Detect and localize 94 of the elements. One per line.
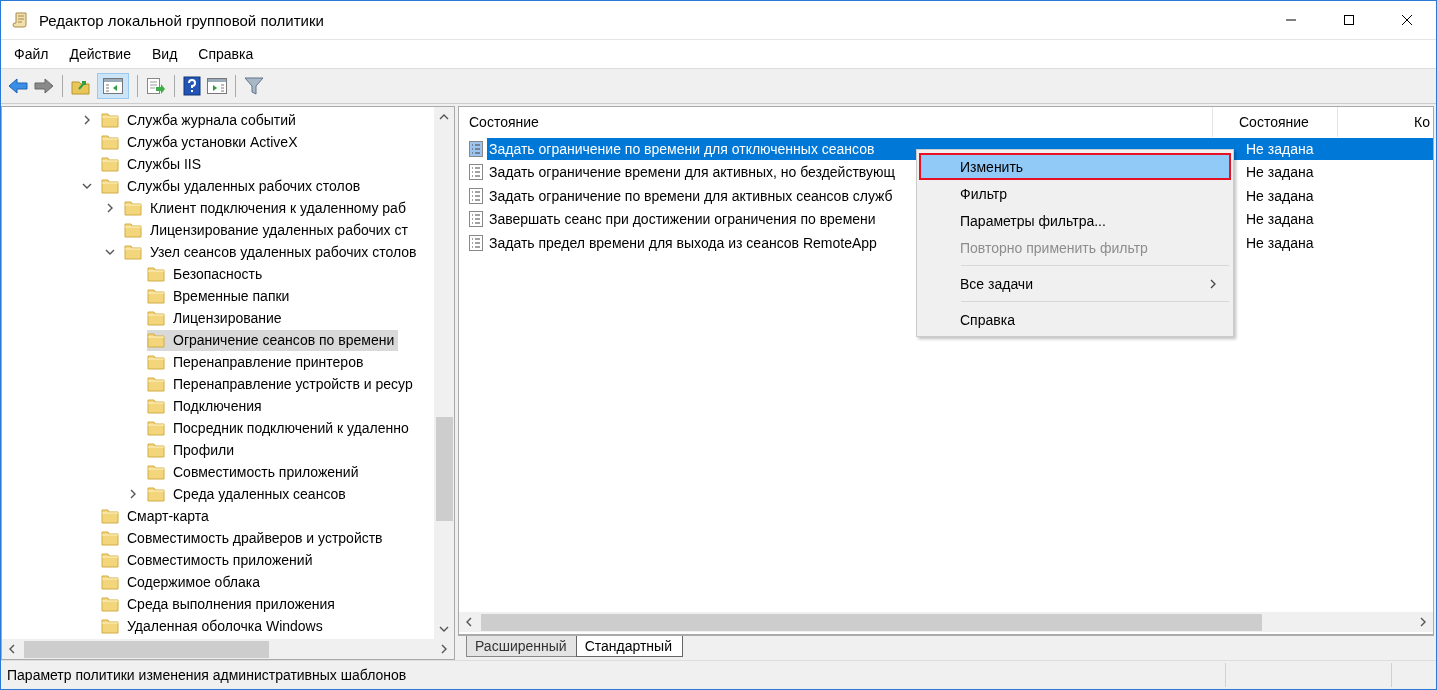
chevron-icon[interactable] bbox=[105, 247, 115, 257]
chevron-icon[interactable] bbox=[105, 203, 115, 213]
column-header[interactable]: Ко bbox=[1338, 107, 1433, 137]
folder-icon bbox=[101, 508, 119, 524]
tree-item[interactable]: Смарт-карта bbox=[101, 505, 213, 527]
folder-icon bbox=[147, 420, 165, 436]
folder-icon bbox=[101, 618, 119, 634]
tree-item[interactable]: Посредник подключений к удаленно bbox=[147, 417, 413, 439]
menu-item[interactable]: Изменить bbox=[919, 153, 1231, 180]
folder-icon bbox=[147, 288, 165, 304]
column-header[interactable]: Состояние bbox=[459, 107, 1213, 137]
tree-item[interactable]: Перенаправление принтеров bbox=[147, 351, 368, 373]
menu-item[interactable]: Все задачи bbox=[919, 270, 1231, 297]
menu-item[interactable]: Фильтр bbox=[919, 180, 1231, 207]
view-tab[interactable]: Стандартный bbox=[575, 636, 683, 657]
menu-item[interactable]: Параметры фильтра... bbox=[919, 207, 1231, 234]
status-text: Параметр политики изменения административных шаблонов bbox=[7, 667, 407, 683]
table-cell-text: Не задана bbox=[1245, 163, 1315, 183]
tree-item[interactable]: Совместимость драйверов и устройств bbox=[101, 527, 387, 549]
tree-item[interactable]: Служба журнала событий bbox=[101, 109, 300, 131]
chevron-icon[interactable] bbox=[128, 489, 138, 499]
folder-icon bbox=[101, 574, 119, 590]
menu-item[interactable]: Справка bbox=[919, 306, 1231, 333]
folder-icon bbox=[147, 332, 165, 348]
tree-item[interactable]: Ограничение сеансов по времени bbox=[147, 329, 399, 351]
filter-icon[interactable] bbox=[244, 77, 264, 95]
tree-item[interactable]: Службы IIS bbox=[101, 153, 206, 175]
folder-icon bbox=[101, 178, 119, 194]
tree-item[interactable]: Лицензирование bbox=[147, 307, 286, 329]
folder-icon bbox=[147, 464, 165, 480]
folder-icon bbox=[147, 376, 165, 392]
folder-icon bbox=[101, 596, 119, 612]
folder-icon bbox=[101, 530, 119, 546]
tree-item[interactable]: Совместимость приложений bbox=[101, 549, 317, 571]
tree-item[interactable]: Узел сеансов удаленных рабочих столов bbox=[124, 241, 421, 263]
tree-item[interactable]: Совместимость приложений bbox=[147, 461, 363, 483]
folder-icon bbox=[101, 112, 119, 128]
table-cell: Не задана bbox=[1216, 137, 1366, 160]
chevron-icon[interactable] bbox=[82, 181, 92, 191]
vertical-scrollbar[interactable] bbox=[434, 107, 454, 639]
tree-item[interactable]: Лицензирование удаленных рабочих ст bbox=[124, 219, 412, 241]
folder-icon bbox=[101, 552, 119, 568]
chevron-icon[interactable] bbox=[82, 115, 92, 125]
tree-item[interactable]: Временные папки bbox=[147, 285, 294, 307]
table-cell-text: Не задана bbox=[1245, 233, 1315, 253]
export-list-icon[interactable] bbox=[146, 77, 166, 95]
horizontal-scrollbar[interactable] bbox=[459, 612, 1433, 632]
row-highlight bbox=[1366, 137, 1433, 160]
tree-item[interactable]: Среда выполнения приложения bbox=[101, 593, 339, 615]
policy-icon bbox=[468, 234, 484, 251]
tree-item[interactable]: Профили bbox=[147, 439, 238, 461]
policy-icon bbox=[468, 140, 484, 157]
window-title: Редактор локальной групповой политики bbox=[39, 11, 324, 29]
scroll-thumb[interactable] bbox=[435, 417, 453, 521]
forward-arrow-icon[interactable] bbox=[34, 78, 54, 94]
menu-item[interactable]: Действие bbox=[61, 46, 139, 62]
policy-icon bbox=[468, 164, 484, 181]
menu-item[interactable]: Справка bbox=[190, 46, 262, 62]
back-arrow-icon[interactable] bbox=[8, 78, 28, 94]
tree-item[interactable]: Клиент подключения к удаленному раб bbox=[124, 197, 410, 219]
folder-icon bbox=[147, 354, 165, 370]
folder-icon bbox=[101, 156, 119, 172]
close-icon bbox=[1401, 14, 1413, 26]
folder-icon bbox=[147, 266, 165, 282]
tree-item[interactable]: Безопасность bbox=[147, 263, 267, 285]
tree-item[interactable]: Удаленная оболочка Windows bbox=[101, 615, 327, 637]
folder-icon bbox=[124, 222, 142, 238]
folder-icon bbox=[147, 310, 165, 326]
tree-item[interactable]: Служба установки ActiveX bbox=[101, 131, 302, 153]
menu-item[interactable]: Вид bbox=[143, 46, 186, 62]
tree-item[interactable]: Службы удаленных рабочих столов bbox=[101, 175, 365, 197]
menu-item[interactable]: Файл bbox=[6, 46, 57, 62]
tree-item[interactable]: Содержимое облака bbox=[101, 571, 264, 593]
tree-item[interactable]: Среда удаленных сеансов bbox=[147, 483, 350, 505]
horizontal-scrollbar[interactable] bbox=[2, 639, 454, 659]
table-cell-text: Не задана bbox=[1245, 210, 1315, 230]
help-icon[interactable] bbox=[183, 76, 201, 96]
policy-icon bbox=[468, 187, 484, 204]
tree-item[interactable]: Подключения bbox=[147, 395, 266, 417]
folder-icon bbox=[147, 442, 165, 458]
folder-icon bbox=[124, 244, 142, 260]
view-tab[interactable]: Расширенный bbox=[466, 636, 578, 657]
table-cell-text: Не задана bbox=[1245, 186, 1315, 206]
policy-icon bbox=[468, 211, 484, 228]
maximize-icon bbox=[1343, 14, 1355, 26]
folder-icon bbox=[101, 134, 119, 150]
tree-item[interactable]: Перенаправление устройств и ресур bbox=[147, 373, 417, 395]
properties-pane-icon[interactable] bbox=[207, 78, 227, 94]
tree-toggle-button[interactable] bbox=[97, 73, 129, 99]
folder-icon bbox=[147, 486, 165, 502]
folder-icon bbox=[147, 398, 165, 414]
column-header[interactable]: Состояние bbox=[1213, 107, 1338, 137]
folder-icon bbox=[124, 200, 142, 216]
scroll-icon bbox=[12, 11, 30, 29]
